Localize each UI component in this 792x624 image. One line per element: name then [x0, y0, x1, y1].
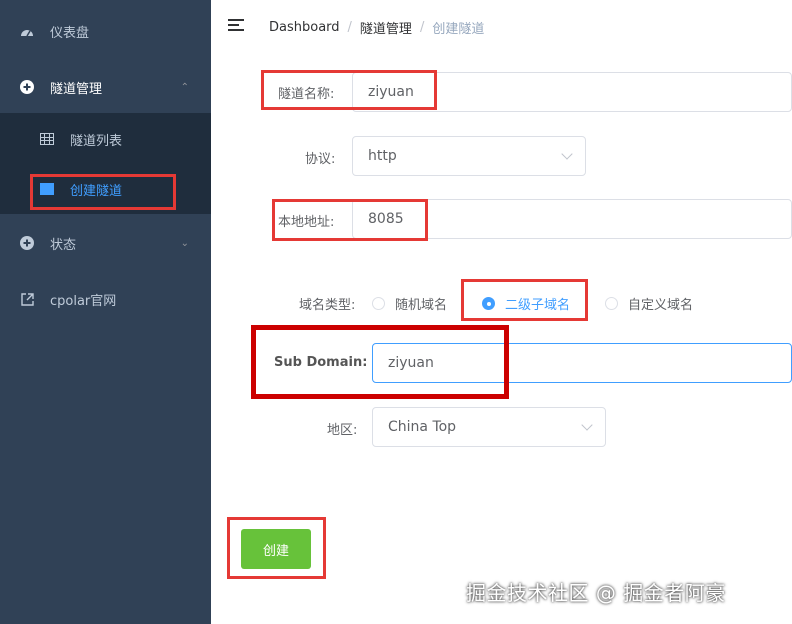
- sidebar-item-label: 隧道管理: [50, 81, 103, 97]
- radio-label: 随机域名: [395, 298, 448, 313]
- dashboard-icon: [20, 24, 34, 38]
- sidebar-item-label: 状态: [50, 237, 77, 253]
- radio-circle: [372, 297, 385, 310]
- chevron-down-icon: [581, 419, 593, 431]
- region-select[interactable]: China Top: [372, 407, 606, 447]
- radio-custom-domain[interactable]: 自定义域名: [605, 294, 693, 313]
- sidebar-item-label: cpolar官网: [50, 293, 117, 309]
- radio-label: 自定义域名: [628, 298, 694, 313]
- plus-circle-icon: [20, 236, 34, 250]
- highlight-box: [30, 174, 176, 210]
- sidebar-item-tunnel-management[interactable]: 隧道管理 ⌃: [0, 59, 211, 115]
- watermark: 掘金技术社区 @ 掘金者阿豪: [466, 581, 726, 605]
- breadcrumb-current: 创建隧道: [432, 22, 485, 37]
- table-icon: [40, 133, 54, 145]
- region-value: China Top: [388, 419, 457, 435]
- sidebar-item-cpolar-site[interactable]: cpolar官网: [0, 271, 211, 327]
- breadcrumb: Dashboard / 隧道管理 / 创建隧道: [269, 18, 484, 37]
- sidebar-item-status[interactable]: 状态 ⌄: [0, 215, 211, 271]
- highlight-box: [461, 279, 588, 321]
- breadcrumb-tunnel-management[interactable]: 隧道管理: [360, 18, 412, 37]
- sidebar: 仪表盘 隧道管理 ⌃ 隧道列表 创建隧道 状态 ⌄ cpolar官网: [0, 0, 211, 624]
- highlight-box: [227, 517, 326, 579]
- sidebar-item-tunnel-list[interactable]: 隧道列表: [0, 114, 211, 164]
- external-link-icon: [20, 292, 34, 306]
- top-header: Dashboard / 隧道管理 / 创建隧道: [211, 0, 792, 52]
- hamburger-icon[interactable]: [228, 19, 244, 32]
- highlight-box: [261, 70, 437, 110]
- radio-circle: [605, 297, 618, 310]
- chevron-down-icon: ⌄: [180, 237, 189, 249]
- chevron-up-icon: ⌃: [180, 81, 189, 93]
- highlight-box: [251, 325, 509, 399]
- protocol-label: 协议:: [305, 152, 336, 167]
- breadcrumb-separator: /: [347, 20, 352, 35]
- region-label: 地区:: [327, 423, 358, 438]
- protocol-value: http: [368, 148, 397, 164]
- domain-type-label: 域名类型:: [299, 298, 356, 313]
- highlight-box: [272, 199, 428, 241]
- chevron-down-icon: [561, 148, 573, 160]
- breadcrumb-separator: /: [419, 20, 425, 35]
- plus-circle-icon: [20, 80, 34, 94]
- sidebar-item-dashboard[interactable]: 仪表盘: [0, 3, 211, 59]
- protocol-select[interactable]: http: [352, 136, 586, 176]
- sidebar-item-label: 隧道列表: [70, 133, 123, 149]
- breadcrumb-dashboard[interactable]: Dashboard: [269, 20, 340, 35]
- radio-random-domain[interactable]: 随机域名: [372, 294, 447, 313]
- sidebar-item-label: 仪表盘: [50, 25, 90, 41]
